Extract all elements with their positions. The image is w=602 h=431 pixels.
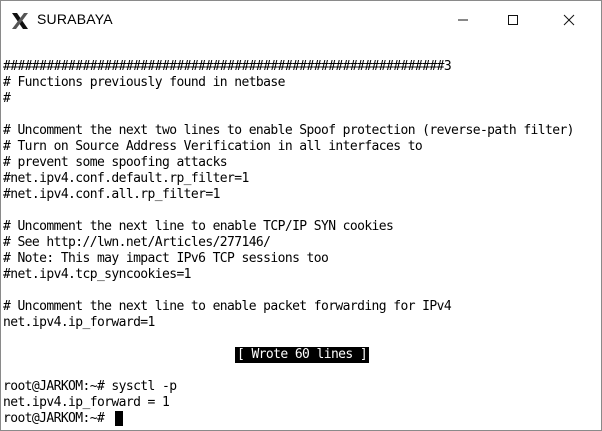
terminal-output[interactable]: ########################################… [1, 41, 601, 430]
terminal-line: # Uncomment the next two lines to enable… [3, 123, 575, 138]
maximize-icon [508, 15, 518, 25]
terminal-line: net.ipv4.ip_forward=1 [3, 315, 155, 330]
terminal-line: # Uncomment the next line to enable pack… [3, 299, 452, 314]
terminal-line: # Functions previously found in netbase [3, 75, 285, 90]
terminal-line: #net.ipv4.conf.all.rp_filter=1 [3, 187, 220, 202]
terminal-cursor [115, 411, 123, 426]
title-bar[interactable]: SURABAYA [1, 1, 601, 39]
close-button[interactable] [546, 1, 592, 39]
terminal-line: # Uncomment the next line to enable TCP/… [3, 219, 394, 234]
terminal-window: SURABAYA ###############################… [0, 0, 602, 431]
close-icon [563, 14, 575, 26]
minimize-icon [458, 19, 468, 21]
terminal-line: net.ipv4.ip_forward = 1 [3, 395, 170, 410]
terminal-line: # [3, 91, 11, 106]
x-app-icon [12, 13, 28, 29]
terminal-line: # Turn on Source Address Verification in… [3, 139, 423, 154]
terminal-line: ########################################… [3, 59, 452, 74]
nano-status-message: [ Wrote 60 lines ] [235, 347, 370, 363]
terminal-line: root@JARKOM:~# sysctl -p [3, 379, 177, 394]
maximize-button[interactable] [490, 1, 536, 39]
terminal-line: # See http://lwn.net/Articles/277146/ [3, 235, 271, 250]
terminal-line: #net.ipv4.tcp_syncookies=1 [3, 267, 192, 282]
terminal-line: # prevent some spoofing attacks [3, 155, 228, 170]
minimize-button[interactable] [440, 1, 486, 39]
window-title: SURABAYA [37, 11, 113, 27]
terminal-prompt-line: root@JARKOM:~# [3, 411, 112, 426]
terminal-line: # Note: This may impact IPv6 TCP session… [3, 251, 329, 266]
terminal-line: #net.ipv4.conf.default.rp_filter=1 [3, 171, 249, 186]
